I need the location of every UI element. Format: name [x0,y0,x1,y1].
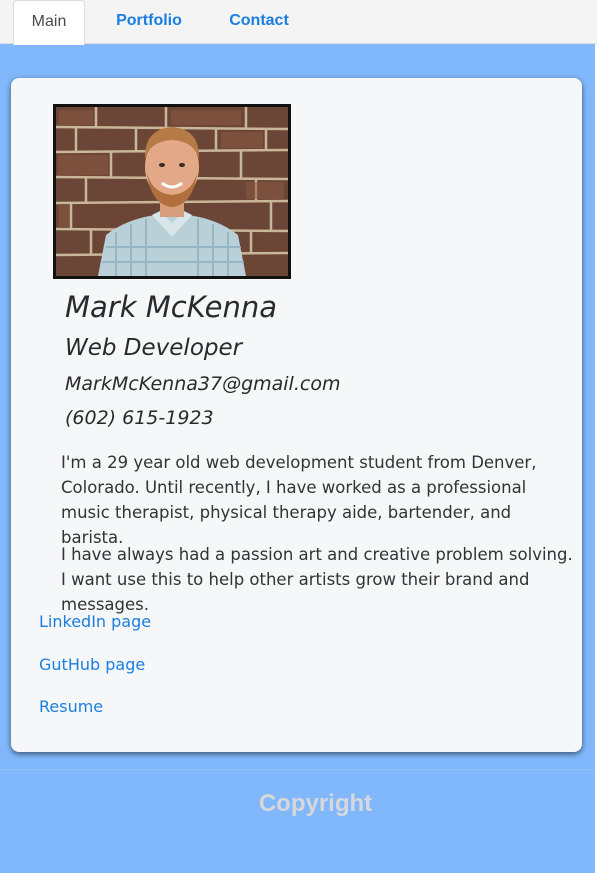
profile-photo-image [56,107,288,276]
footer-divider [0,769,595,770]
profile-role: Web Developer [65,335,243,361]
bio-paragraph: I have always had a passion art and crea… [61,545,573,614]
profile-name: Mark McKenna [65,290,278,324]
footer-copyright: Copyright [258,790,373,817]
github-link[interactable]: GutHub page [39,655,145,674]
profile-photo [53,104,291,279]
profile-card: Mark McKenna Web Developer MarkMcKenna37… [11,78,582,752]
tab-contact[interactable]: Contact [218,0,300,44]
linkedin-link[interactable]: LinkedIn page [39,612,151,631]
tab-portfolio[interactable]: Portfolio [104,0,194,44]
bio-paragraph: I'm a 29 year old web development studen… [61,453,537,547]
resume-link[interactable]: Resume [39,697,103,716]
top-nav: Main Portfolio Contact [0,0,597,45]
tab-main[interactable]: Main [13,0,85,45]
profile-email: MarkMcKenna37@gmail.com [65,373,341,395]
profile-phone: (602) 615-1923 [65,407,214,429]
